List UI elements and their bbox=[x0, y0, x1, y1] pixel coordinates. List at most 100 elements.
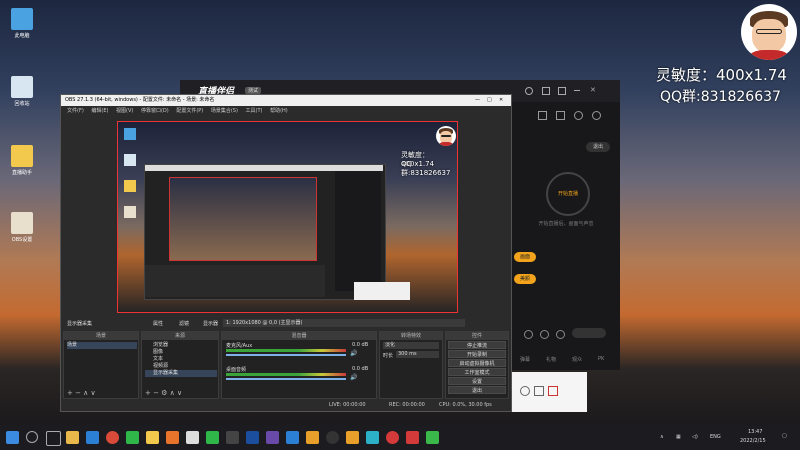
desktop-icon-label: 此电脑 bbox=[14, 33, 30, 39]
mic-icon[interactable] bbox=[548, 386, 558, 396]
transition-select[interactable]: 淡化 bbox=[383, 342, 439, 349]
minimize-icon[interactable] bbox=[574, 90, 580, 91]
volume-slider[interactable] bbox=[226, 378, 346, 380]
menu-scene-collection[interactable]: 场景集合(S) bbox=[211, 108, 238, 114]
shield-icon[interactable] bbox=[574, 111, 583, 120]
eye-icon[interactable] bbox=[540, 330, 549, 339]
app-icon[interactable] bbox=[426, 431, 439, 444]
exit-button[interactable]: 退出 bbox=[586, 142, 610, 152]
app-icon[interactable] bbox=[186, 431, 199, 444]
speaker-icon[interactable]: 🔊 bbox=[350, 350, 357, 357]
menu-view[interactable]: 视图(V) bbox=[116, 108, 133, 114]
app-icon[interactable] bbox=[306, 431, 319, 444]
speaker-icon[interactable]: 🔊 bbox=[350, 374, 357, 381]
wechat-icon[interactable] bbox=[126, 431, 139, 444]
tray-language[interactable]: ENG bbox=[710, 434, 721, 440]
folder-icon[interactable] bbox=[534, 386, 544, 396]
app-icon[interactable] bbox=[166, 431, 179, 444]
netease-music-icon[interactable] bbox=[386, 431, 399, 444]
duration-input[interactable]: 300 ms bbox=[396, 351, 439, 358]
menu-tools[interactable]: 工具(T) bbox=[246, 108, 263, 114]
app-icon[interactable] bbox=[366, 431, 379, 444]
tray-time[interactable]: 13:47 bbox=[748, 429, 762, 435]
display-select[interactable]: 1: 1920x1080 @ 0,0 (主显示器) bbox=[223, 319, 465, 327]
scene-item[interactable]: 场景 bbox=[67, 342, 137, 349]
qq-icon[interactable] bbox=[146, 431, 159, 444]
beauty-button-a[interactable]: 画面 bbox=[514, 252, 536, 262]
stop-streaming-button[interactable]: 停止推流 bbox=[448, 341, 506, 349]
wechat-icon[interactable] bbox=[206, 431, 219, 444]
add-scene-icon[interactable]: + − ∧ ∨ bbox=[67, 389, 96, 397]
bottom-link-danmu[interactable]: 弹幕 bbox=[520, 356, 530, 363]
app-icon[interactable] bbox=[266, 431, 279, 444]
tray-chevron-icon[interactable]: ∧ bbox=[660, 434, 664, 440]
filters-button[interactable]: 滤镜 bbox=[179, 320, 189, 327]
menu-docks[interactable]: 停靠窗口(D) bbox=[141, 108, 169, 114]
desktop-icon-recycle-bin[interactable]: 回收站 bbox=[3, 76, 41, 107]
close-icon[interactable]: ✕ bbox=[590, 86, 596, 94]
menu-profile[interactable]: 配置文件(P) bbox=[176, 108, 203, 114]
share-icon[interactable] bbox=[592, 111, 601, 120]
beauty-button-b[interactable]: 美颜 bbox=[514, 274, 536, 284]
live-status-button[interactable] bbox=[572, 328, 606, 338]
app-icon[interactable] bbox=[246, 431, 259, 444]
menu-edit[interactable]: 编辑(E) bbox=[91, 108, 108, 114]
exit-button[interactable]: 退出 bbox=[448, 386, 506, 394]
steam-icon[interactable] bbox=[226, 431, 239, 444]
tray-date[interactable]: 2022/2/15 bbox=[740, 438, 766, 444]
source-item[interactable]: 视频源 bbox=[145, 363, 217, 370]
video-icon[interactable] bbox=[406, 431, 419, 444]
menu-file[interactable]: 文件(F) bbox=[67, 108, 84, 114]
menu-help[interactable]: 帮助(H) bbox=[270, 108, 288, 114]
studio-mode-button[interactable]: 工作室模式 bbox=[448, 368, 506, 376]
virtual-camera-button[interactable]: 启动虚拟摄像机 bbox=[448, 359, 506, 367]
source-item[interactable]: 显示器采集 bbox=[145, 370, 217, 377]
close-icon[interactable]: ✕ bbox=[499, 95, 503, 106]
source-item-label: 图像 bbox=[153, 349, 164, 355]
add-source-icon[interactable]: + − ⚙ ∧ ∨ bbox=[145, 389, 182, 397]
app-icon[interactable] bbox=[286, 431, 299, 444]
desktop-icon-obs-settings[interactable]: OBS设置 bbox=[3, 212, 41, 243]
task-view-icon[interactable] bbox=[46, 431, 61, 446]
chat-popup bbox=[512, 372, 587, 412]
maximize-icon[interactable]: □ bbox=[487, 95, 492, 106]
chrome-icon[interactable] bbox=[106, 431, 119, 444]
volume-slider[interactable] bbox=[226, 354, 346, 356]
bottom-link-audience[interactable]: 观众 bbox=[572, 356, 582, 363]
search-icon[interactable] bbox=[26, 431, 38, 443]
sources-dock: 来源 浏览器 图像 文本 视频源 显示器采集 + − ⚙ ∧ ∨ bbox=[141, 331, 219, 399]
start-icon[interactable] bbox=[6, 431, 19, 444]
tray-volume-icon[interactable]: ◁) bbox=[692, 434, 698, 440]
obs-title-bar: OBS 27.1.3 (64-bit, windows) - 配置文件: 未命名… bbox=[61, 95, 511, 106]
transitions-dock: 转场特效 淡化 时长 300 ms bbox=[379, 331, 443, 399]
settings-icon[interactable] bbox=[558, 87, 566, 95]
start-live-button[interactable]: 开始直播 bbox=[546, 172, 590, 216]
bottom-link-gift[interactable]: 礼物 bbox=[546, 356, 556, 363]
source-item[interactable]: 浏览器 bbox=[145, 342, 217, 349]
obs-preview[interactable]: 灵敏度：400x1.74 QQ群:831826637 bbox=[117, 121, 458, 313]
edge-icon[interactable] bbox=[86, 431, 99, 444]
desktop-icon-this-pc[interactable]: 此电脑 bbox=[3, 8, 41, 39]
tray-network-icon[interactable]: ▦ bbox=[676, 434, 681, 440]
shirt-icon[interactable] bbox=[542, 87, 550, 95]
settings-button[interactable]: 设置 bbox=[448, 377, 506, 385]
chart-icon[interactable] bbox=[556, 111, 565, 120]
search-app-icon[interactable] bbox=[346, 431, 359, 444]
computer-icon bbox=[11, 8, 33, 30]
source-item[interactable]: 图像 bbox=[145, 349, 217, 356]
gift-icon[interactable] bbox=[538, 111, 547, 120]
user-icon[interactable] bbox=[525, 87, 533, 95]
explorer-icon[interactable] bbox=[66, 431, 79, 444]
properties-button[interactable]: 属性 bbox=[153, 320, 163, 327]
start-recording-button[interactable]: 开始录制 bbox=[448, 350, 506, 358]
minimize-icon[interactable]: — bbox=[475, 95, 480, 106]
source-item[interactable]: 文本 bbox=[145, 356, 217, 363]
emoji-icon[interactable] bbox=[520, 386, 530, 396]
notification-icon[interactable]: ▢ bbox=[782, 433, 787, 439]
bottom-link-pk[interactable]: PK bbox=[598, 356, 604, 362]
obs-icon[interactable] bbox=[326, 431, 339, 444]
mic-icon[interactable] bbox=[524, 330, 533, 339]
desktop-icon-label: OBS设置 bbox=[11, 237, 33, 243]
gear-icon[interactable] bbox=[556, 330, 565, 339]
desktop-icon-live-helper[interactable]: 直播助手 bbox=[3, 145, 41, 176]
